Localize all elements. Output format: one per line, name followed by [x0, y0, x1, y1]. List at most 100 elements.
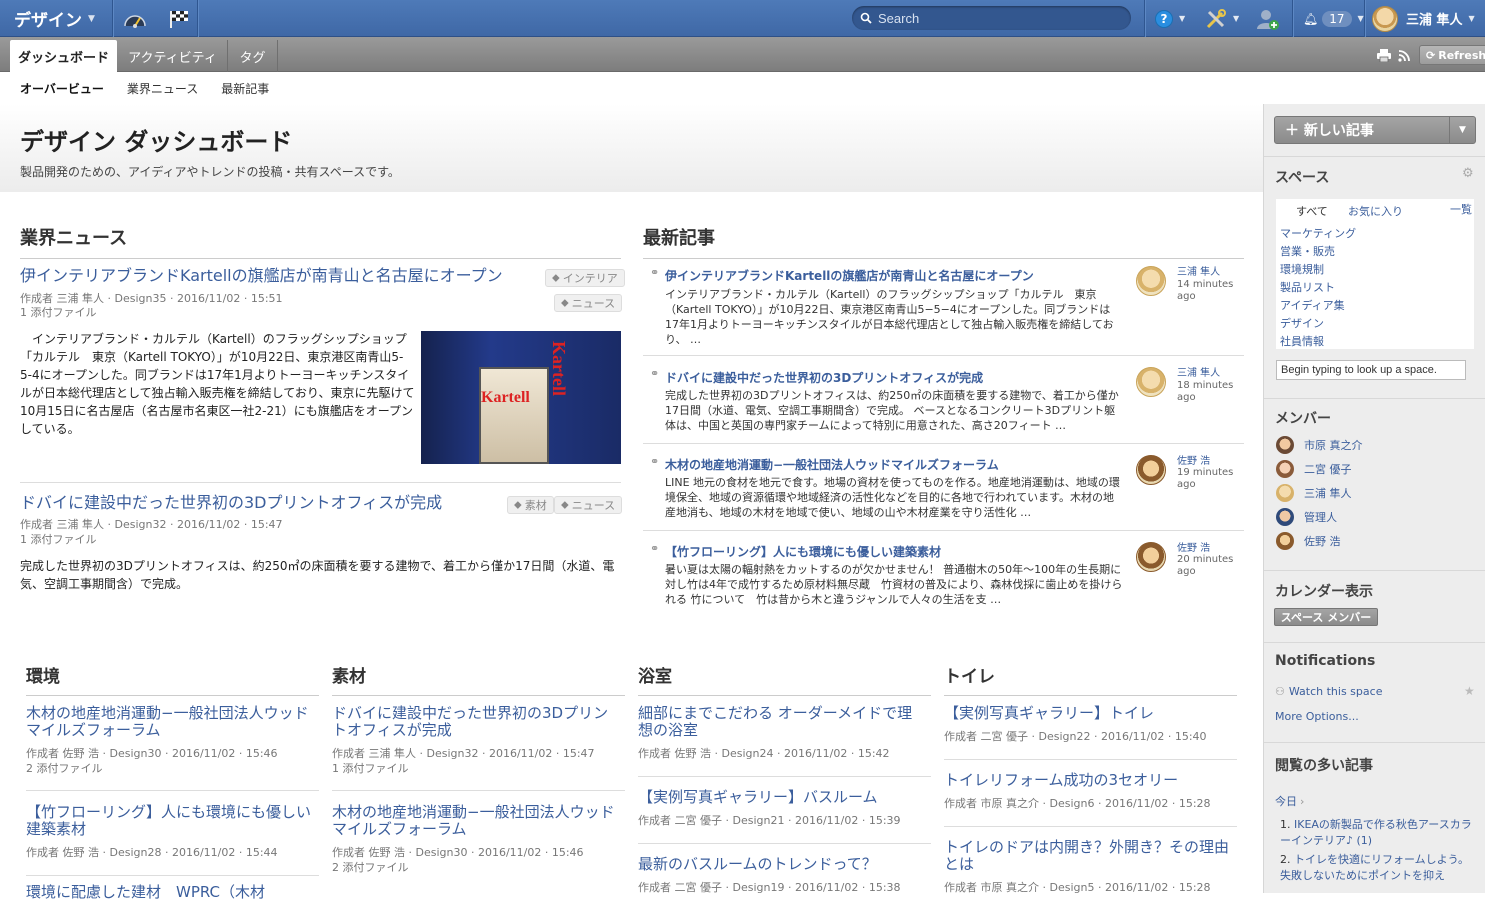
today-link[interactable]: 今日 › [1275, 793, 1304, 809]
author-link[interactable]: 三浦 隼人 [1177, 367, 1220, 380]
member-item[interactable]: 三浦 隼人 [1276, 483, 1352, 503]
add-user-icon [1257, 9, 1279, 30]
popular-article[interactable]: 2. トイレを快適にリフォームしよう。失敗しないためにポイントを抑え [1280, 852, 1476, 884]
avatar[interactable] [1136, 367, 1166, 397]
spaces-heading: スペース [1275, 170, 1330, 186]
tag-label: 素材 [524, 499, 547, 512]
tag-news[interactable]: ⬥ ニュース [554, 496, 623, 514]
recent-title[interactable]: 【竹フローリング】人にも環境にも優しい建築素材 [665, 543, 941, 560]
app-title: デザイン [14, 11, 82, 31]
article-title[interactable]: 最新のバスルームのトレンドって？ [638, 856, 931, 873]
chevron-down-icon[interactable]: ▼ [1449, 117, 1475, 143]
tools-menu[interactable]: ▼ [1205, 0, 1239, 37]
tag-interior[interactable]: ⬥ インテリア [545, 269, 625, 287]
chevron-right-icon: › [1300, 795, 1305, 808]
divider [332, 790, 625, 791]
attachment-count[interactable]: 2 添付ファイル [26, 761, 103, 776]
tag-material[interactable]: ⬥ 素材 [507, 496, 554, 514]
member-item[interactable]: 二宮 優子 [1276, 459, 1352, 479]
avatar[interactable] [1136, 455, 1166, 485]
popular-articles-heading: 閲覧の多い記事 [1275, 758, 1373, 774]
star-icon[interactable]: ★ [1464, 684, 1475, 698]
member-item[interactable]: 管理人 [1276, 507, 1337, 527]
tag-news[interactable]: ⬥ ニュース [554, 294, 623, 312]
print-icon[interactable] [1377, 47, 1391, 66]
item-number: 2. [1280, 853, 1294, 866]
subnav-industry-news[interactable]: 業界ニュース [127, 80, 198, 97]
news-title[interactable]: 伊インテリアブランドKartellの旗艦店が南青山と名古屋にオープン [20, 266, 540, 286]
article-title[interactable]: ドバイに建設中だった世界初の3Dプリン トオフィスが完成 [332, 705, 625, 739]
attachment-count[interactable]: 1 添付ファイル [20, 305, 97, 320]
article-title[interactable]: 木材の地産地消運動−一般社団法人ウッド マイルズフォーラム [26, 705, 319, 739]
member-name: 二宮 優子 [1304, 463, 1352, 476]
recent-title[interactable]: ドバイに建設中だった世界初の3Dプリントオフィスが完成 [665, 369, 983, 386]
kartell-store-image[interactable]: Kartell Kartell [421, 331, 621, 464]
avatar[interactable] [1136, 542, 1166, 572]
space-link-staff[interactable]: 社員情報 [1280, 333, 1324, 349]
attachment-count[interactable]: 1 添付ファイル [332, 761, 409, 776]
space-link-marketing[interactable]: マーケティング [1280, 225, 1356, 241]
tab-favorite-spaces[interactable]: お気に入り [1348, 203, 1403, 219]
article-title[interactable]: 【実例写真ギャラリー】トイレ [944, 705, 1237, 722]
article-title[interactable]: トイレリフォーム成功の3セオリー [944, 772, 1237, 789]
refresh-button[interactable]: ⟳ Refresh [1419, 45, 1485, 65]
user-menu[interactable]: 三浦 隼人 ▼ [1372, 0, 1475, 37]
space-members-calendar-button[interactable]: スペース メンバー [1274, 608, 1378, 626]
space-menu[interactable]: デザイン ▼ [8, 0, 101, 37]
search-input[interactable] [878, 10, 1118, 26]
title-line: トイレのドアは内開き？外開き？その理由 [944, 838, 1230, 856]
article-title[interactable]: 木材の地産地消運動−一般社団法人ウッド マイルズフォーラム [332, 804, 625, 838]
space-link-sales[interactable]: 営業・販売 [1280, 243, 1335, 259]
recent-title[interactable]: 伊インテリアブランドKartellの旗艦店が南青山と名古屋にオープン [665, 267, 1034, 284]
space-link-ideas[interactable]: アイディア集 [1280, 297, 1345, 313]
space-link-products[interactable]: 製品リスト [1280, 279, 1335, 295]
divider [1364, 0, 1365, 37]
divider [638, 843, 931, 844]
tag-label: インテリア [562, 272, 618, 285]
add-user-button[interactable] [1256, 0, 1280, 37]
dashboard-gauge-icon[interactable] [120, 0, 150, 37]
gear-icon[interactable]: ⚙ [1462, 166, 1474, 181]
avatar[interactable] [1136, 266, 1166, 296]
checkered-flag-icon[interactable] [166, 0, 192, 37]
body-line: 対し竹は4年で成竹するため原材料無尽蔵 竹資材の普及により、森林伐採に歯止めを掛… [665, 578, 1123, 591]
recent-title[interactable]: 木材の地産地消運動−一般社団法人ウッドマイルズフォーラム [665, 456, 999, 473]
watch-space-link[interactable]: ⚇ Watch this space [1275, 685, 1382, 698]
article-title[interactable]: 【実例写真ギャラリー】バスルーム [638, 789, 931, 806]
popular-article[interactable]: 1. IKEAの新製品で作る秋色アースカラーインテリア♪ (1) [1280, 817, 1476, 849]
article-title[interactable]: 細部にまでこだわる オーダーメイドで理 想の浴室 [638, 705, 931, 739]
attachment-count[interactable]: 2 添付ファイル [332, 860, 409, 875]
space-search-input[interactable] [1276, 360, 1466, 380]
news-title[interactable]: ドバイに建設中だった世界初の3Dプリントオフィスが完成 [20, 493, 500, 513]
title-line: 建築素材 [26, 820, 87, 838]
article-title[interactable]: トイレのドアは内開き？外開き？その理由 とは [944, 839, 1237, 873]
tab-activity[interactable]: アクティビティ [118, 40, 228, 72]
space-link-design[interactable]: デザイン [1280, 315, 1324, 331]
article-title[interactable]: 【竹フローリング】人にも環境にも優しい 建築素材 [26, 804, 319, 838]
recent-body: インテリアブランド・カルテル（Kartell）のフラッグシップショップ「カルテル… [665, 287, 1125, 347]
notifications-menu[interactable]: 🔔︎ 17 ▼ [1303, 0, 1364, 37]
member-item[interactable]: 市原 真之介 [1276, 435, 1363, 455]
attachment-count[interactable]: 1 添付ファイル [20, 532, 97, 547]
divider [643, 443, 1244, 444]
all-spaces-link[interactable]: 一覧 [1450, 201, 1472, 217]
tab-dashboard[interactable]: ダッシュボード [10, 40, 117, 72]
member-item[interactable]: 佐野 浩 [1276, 531, 1341, 551]
calendar-heading: カレンダー表示 [1275, 584, 1373, 600]
link-icon: ⚭ [650, 455, 660, 468]
divider [1264, 642, 1485, 643]
search-box[interactable] [852, 6, 1131, 30]
subnav-overview[interactable]: オーバービュー [20, 80, 104, 97]
tag-label: ニュース [571, 499, 616, 512]
tab-tags[interactable]: タグ [228, 40, 278, 72]
space-link-regulation[interactable]: 環境規制 [1280, 261, 1324, 277]
subnav-recent-articles[interactable]: 最新記事 [221, 80, 269, 97]
new-article-button[interactable]: ＋ 新しい記事 ▼ [1274, 116, 1476, 144]
article-meta: 作成者 三浦 隼人 · Design32 · 2016/11/02 · 15:4… [332, 747, 595, 760]
rss-icon[interactable] [1398, 47, 1410, 66]
author-link[interactable]: 三浦 隼人 [1177, 266, 1220, 279]
more-options-link[interactable]: More Options... [1275, 710, 1359, 723]
tab-all-spaces[interactable]: すべて [1296, 203, 1328, 219]
help-menu[interactable]: ? ▼ [1155, 0, 1185, 37]
divider [944, 826, 1237, 827]
